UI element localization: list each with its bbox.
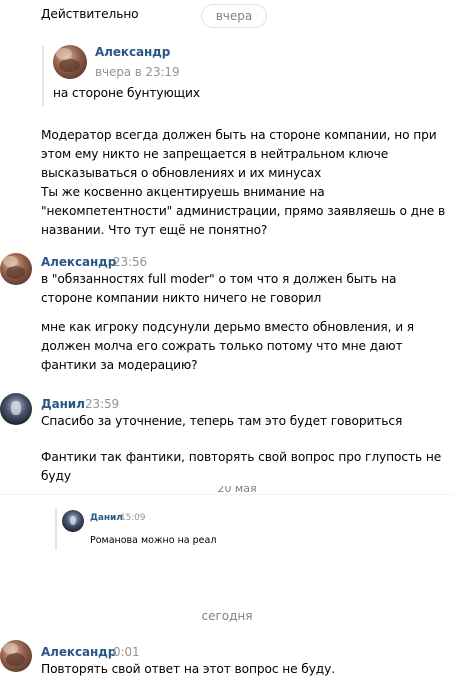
forward-quote-bar (55, 508, 57, 550)
message-text: Действительно (41, 7, 139, 21)
date-header: сегодня (201, 609, 253, 623)
message-line: "некомпетентности" администрации, прямо … (41, 204, 446, 218)
message-line: мне как игроку подсунули дерьмо вместо о… (41, 320, 415, 334)
divider (0, 494, 454, 495)
message-line: стороне компании никто ничего не говорил (41, 291, 322, 305)
message-line: высказываться о обновлениях и их минусах (41, 166, 322, 180)
message-time[interactable]: 0:01 (113, 645, 140, 659)
message-author[interactable]: Данил (41, 397, 85, 411)
message-line: фантики за модерацию? (41, 358, 198, 372)
forward-text: Романова можно на реал (90, 535, 217, 546)
message-body: Фантики так фантики, повторять свой вопр… (41, 448, 441, 486)
date-badge[interactable]: вчера (201, 4, 267, 28)
avatar[interactable] (0, 393, 32, 425)
message-line: должен молча его сожрать только потому ч… (41, 339, 403, 353)
forward-time[interactable]: 15:09 (120, 513, 146, 523)
message-body: в "обязанностях full moder" о том что я … (41, 270, 396, 308)
message-line: Ты же косвенно акцентируешь внимание на (41, 185, 325, 199)
reply-text: на стороне бунтующих (53, 86, 200, 100)
message-author[interactable]: Александр (41, 255, 116, 269)
message-body: мне как игроку подсунули дерьмо вместо о… (41, 318, 414, 375)
message-time[interactable]: 23:59 (85, 397, 119, 411)
message-line: Модератор всегда должен быть на стороне … (41, 128, 437, 142)
forward-avatar[interactable] (62, 510, 84, 532)
avatar[interactable] (0, 253, 32, 285)
message-line: Спасибо за уточнение, теперь там это буд… (41, 414, 403, 428)
message-line: этом ему никто не запрещается в нейтраль… (41, 147, 389, 161)
message-line: в "обязанностях full moder" о том что я … (41, 272, 397, 286)
message-line: Фантики так фантики, повторять свой вопр… (41, 450, 442, 464)
reply-quote-bar (42, 46, 44, 106)
date-header-text: 20 мая (217, 486, 257, 495)
message-time[interactable]: 23:56 (113, 255, 147, 269)
message-line: Повторять свой ответ на этот вопрос не б… (41, 662, 336, 676)
reply-time[interactable]: вчера в 23:19 (95, 65, 180, 79)
message-line: буду (41, 469, 71, 483)
forward-author[interactable]: Данил (90, 513, 123, 523)
message-line: названии. Что тут ещё не понятно? (41, 223, 268, 237)
reply-avatar[interactable] (53, 45, 87, 79)
message-body: Модератор всегда должен быть на стороне … (41, 126, 445, 240)
message-author[interactable]: Александр (41, 645, 116, 659)
reply-author[interactable]: Александр (95, 45, 170, 59)
avatar[interactable] (0, 640, 32, 672)
